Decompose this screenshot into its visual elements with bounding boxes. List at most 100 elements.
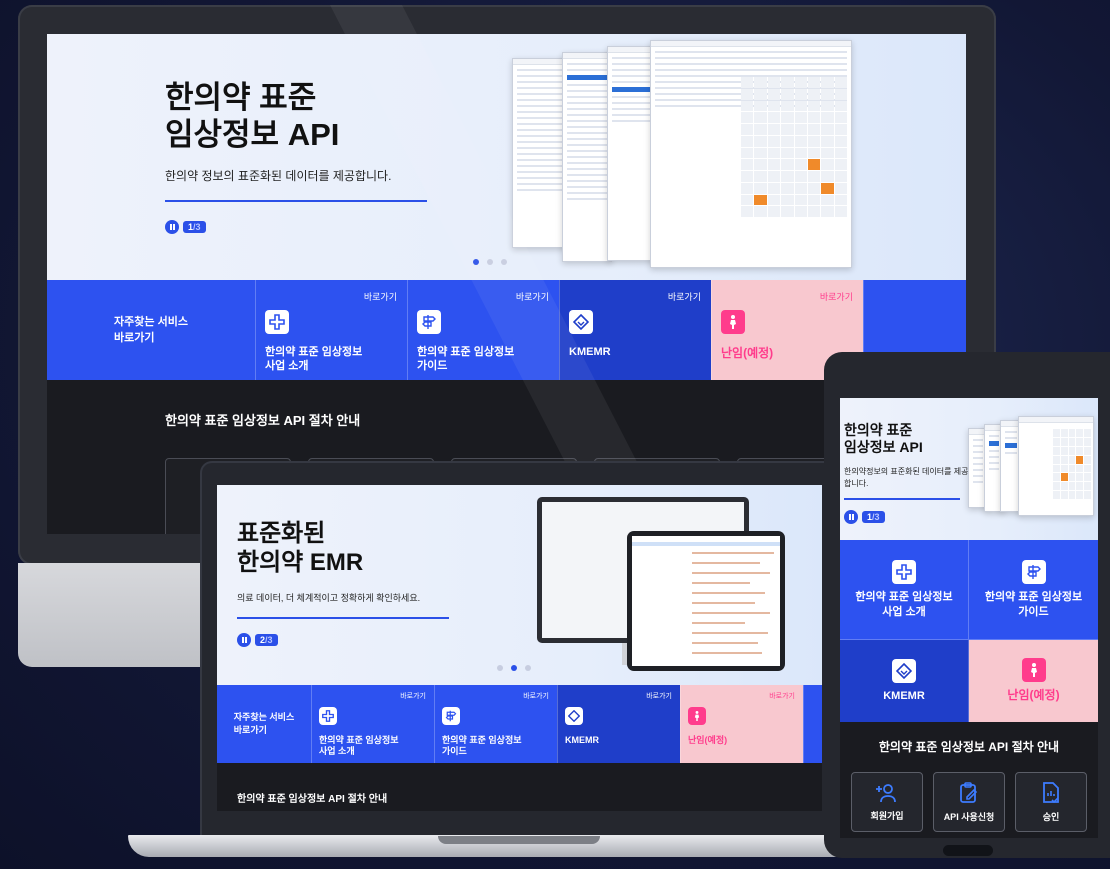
medical-cross-icon [319,707,337,725]
clipboard-edit-icon [960,781,978,803]
go-link[interactable]: 바로가기 [364,290,397,303]
service-card-intro[interactable]: 한의약 표준 임상정보 사업 소개 [840,540,969,640]
hero-divider [237,617,449,619]
medical-cross-icon [892,560,916,585]
carousel-dot[interactable] [501,259,507,265]
hero-divider [165,200,427,202]
service-card-guide[interactable]: 바로가기 한의약 표준 임상정보 가이드 [407,280,559,380]
carousel-dots [497,665,531,671]
hero-banner: 한의약 표준 임상정보 API 한의약정보의 표준화된 데이터를 제공 합니다.… [840,398,1098,540]
slide-pager: 2/3 [237,633,278,647]
service-card-more [803,685,822,763]
kmemr-logo-icon [892,658,916,683]
carousel-dot[interactable] [511,665,517,671]
quick-services-grid: 한의약 표준 임상정보 사업 소개 한의약 표준 임상정보 가이드 KMEMR 난임… [840,540,1098,722]
hero-title: 표준화된 한의약 EMR [237,520,364,576]
service-card-title: 한의약 표준 임상정보 사업 소개 [319,735,399,757]
signpost-icon [1021,560,1046,585]
signpost-icon [442,707,460,725]
tablet-home-button [943,845,993,856]
slide-counter: 1/3 [183,221,206,233]
hero-title: 한의약 표준 임상정보 API [165,80,340,153]
go-link[interactable]: 바로가기 [523,691,549,701]
service-card-infertility[interactable]: 바로가기 난임(예정) [680,685,803,763]
pregnant-woman-icon [688,707,706,725]
service-card-intro[interactable]: 바로가기 한의약 표준 임상정보 사업 소개 [255,280,407,380]
carousel-dot[interactable] [525,665,531,671]
service-card-kmemr[interactable]: 바로가기 KMEMR [559,280,711,380]
procedure-title: 한의약 표준 임상정보 API 절차 안내 [878,740,1060,754]
go-link[interactable]: 바로가기 [820,290,853,303]
procedure-title: 한의약 표준 임상정보 API 절차 안내 [165,413,361,428]
procedure-section: 한의약 표준 임상정보 API 절차 안내 회원가입 API 사용신청 승인 [840,722,1098,838]
pause-icon[interactable] [844,510,858,524]
tablet-screen: 한의약 표준 임상정보 API 한의약정보의 표준화된 데이터를 제공 합니다.… [840,398,1098,838]
pause-icon[interactable] [237,633,251,647]
hero-subtitle: 한의약 정보의 표준화된 데이터를 제공합니다. [165,169,392,183]
step-label: 승인 [1042,811,1060,822]
pause-icon[interactable] [165,220,179,234]
slide-counter: 2/3 [255,634,278,646]
service-card-intro[interactable]: 바로가기 한의약 표준 임상정보 사업 소개 [311,685,434,763]
laptop-screen: 표준화된 한의약 EMR 의료 데이터, 더 체계적이고 정확하게 확인하세요.… [217,485,822,811]
medical-cross-icon [265,310,289,334]
step-api-request[interactable]: API 사용신청 [933,772,1005,832]
service-card-title: KMEMR [565,735,599,745]
go-link[interactable]: 바로가기 [769,691,795,701]
service-card-title: 한의약 표준 임상정보 가이드 [984,591,1083,618]
carousel-dot[interactable] [487,259,493,265]
device-mockup-tablet [627,531,785,671]
service-card-title: 난임(예정) [688,735,728,745]
pregnant-woman-icon [721,310,745,334]
carousel-dot[interactable] [497,665,503,671]
document-check-icon [1043,781,1059,803]
hero-divider [844,498,960,500]
go-link[interactable]: 바로가기 [668,290,701,303]
service-card-title: 한의약 표준 임상정보 가이드 [417,346,515,372]
service-card-kmemr[interactable]: KMEMR [840,640,969,722]
screenshot-window [650,40,852,268]
slide-pager: 1/3 [165,220,206,234]
go-link[interactable]: 바로가기 [646,691,672,701]
kmemr-logo-icon [569,310,593,334]
service-card-title: 난임(예정) [1007,688,1060,703]
step-signup[interactable]: 회원가입 [851,772,923,832]
laptop-notch [438,836,600,844]
hero-subtitle: 한의약정보의 표준화된 데이터를 제공 합니다. [844,467,969,488]
go-link[interactable]: 바로가기 [400,691,426,701]
service-card-title: KMEMR [883,689,925,702]
service-card-guide[interactable]: 한의약 표준 임상정보 가이드 [969,540,1098,640]
service-card-kmemr[interactable]: 바로가기 KMEMR [557,685,680,763]
service-card-title: 한의약 표준 임상정보 가이드 [442,735,522,757]
step-label: API 사용신청 [943,811,995,822]
screenshot-window [1018,416,1094,516]
procedure-title: 한의약 표준 임상정보 API 절차 안내 [237,794,388,805]
screenshot-window [607,46,655,261]
go-link[interactable]: 바로가기 [516,290,549,303]
service-card-title: 한의약 표준 임상정보 사업 소개 [855,591,953,618]
quick-services-label: 자주찾는 서비스 바로가기 [217,685,311,763]
service-card-infertility[interactable]: 난임(예정) [969,640,1098,722]
step-approval[interactable]: 승인 [1015,772,1087,832]
service-card-guide[interactable]: 바로가기 한의약 표준 임상정보 가이드 [434,685,557,763]
hero-title: 한의약 표준 임상정보 API [844,422,923,455]
screenshot-window [562,52,612,262]
slide-pager: 1/3 [844,510,885,524]
service-card-title: 난임(예정) [721,346,774,360]
procedure-section: 한의약 표준 임상정보 API 절차 안내 [217,763,822,811]
slide-counter: 1/3 [862,511,885,523]
signpost-icon [417,310,441,334]
service-card-title: KMEMR [569,346,611,358]
hero-banner: 표준화된 한의약 EMR 의료 데이터, 더 체계적이고 정확하게 확인하세요.… [217,485,822,685]
hero-subtitle: 의료 데이터, 더 체계적이고 정확하게 확인하세요. [237,593,421,603]
carousel-dot[interactable] [473,259,479,265]
step-label: 회원가입 [870,810,904,821]
add-user-icon [876,783,896,802]
kmemr-logo-icon [565,707,583,725]
quick-services-bar: 자주찾는 서비스 바로가기 바로가기 한의약 표준 임상정보 사업 소개 바로가기 … [217,685,822,763]
carousel-dots [473,259,507,265]
hero-banner: 한의약 표준 임상정보 API 한의약 정보의 표준화된 데이터를 제공합니다.… [47,34,966,280]
service-card-title: 한의약 표준 임상정보 사업 소개 [265,346,363,372]
quick-services-label: 자주찾는 서비스 바로가기 [47,280,255,380]
pregnant-woman-icon [1021,658,1046,683]
